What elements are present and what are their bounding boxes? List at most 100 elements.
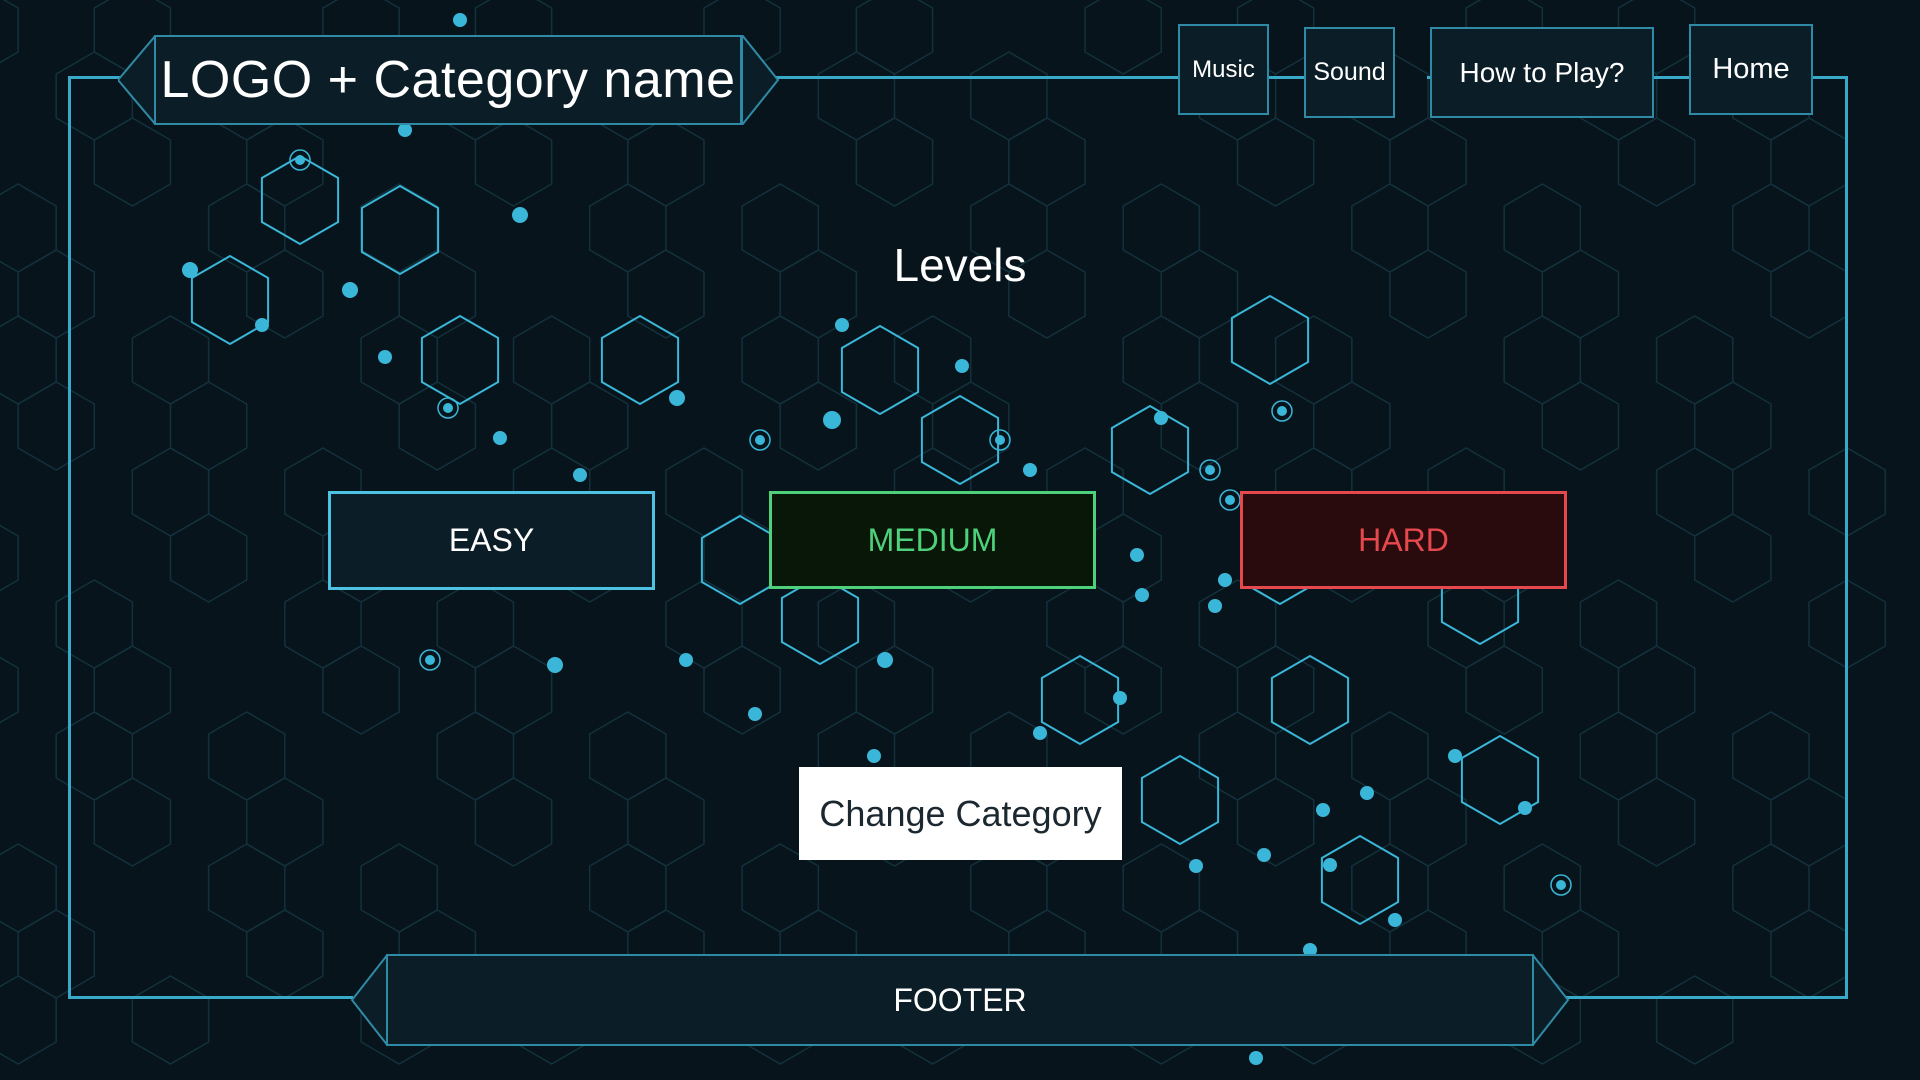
change-category-button[interactable]: Change Category [799, 767, 1122, 860]
network-hexagon [1140, 754, 1220, 846]
easy-level-button[interactable]: EASY [328, 491, 655, 590]
network-node [755, 435, 765, 445]
background-hexagon [1693, 513, 1772, 603]
network-node [1130, 548, 1144, 562]
hard-level-button[interactable]: HARD [1240, 491, 1567, 589]
background-hexagon [1732, 183, 1810, 273]
network-node [378, 350, 392, 364]
background-hexagon [1617, 777, 1696, 867]
background-hexagon [817, 51, 896, 141]
background-hexagon [1122, 315, 1201, 405]
background-hexagon [855, 645, 934, 735]
network-node [1135, 588, 1149, 602]
frame-top-gap-3 [1651, 76, 1691, 79]
network-node [1556, 880, 1566, 890]
background-hexagon [1198, 711, 1277, 801]
background-hexagon [855, 0, 934, 75]
frame-top-right [1811, 76, 1848, 79]
footer-left-cap [350, 954, 389, 1046]
background-hexagon [627, 777, 705, 867]
frame-top-middle [775, 76, 1179, 79]
background-hexagon [474, 117, 553, 207]
network-node [295, 155, 305, 165]
network-hexagon [700, 514, 780, 606]
network-node [877, 652, 893, 668]
frame-left [68, 76, 71, 999]
background-hexagon [17, 381, 96, 471]
background-hexagon [360, 843, 439, 933]
background-hexagon [665, 447, 743, 537]
network-node [1257, 848, 1271, 862]
background-hexagon [322, 645, 400, 735]
background-hexagon [169, 381, 248, 471]
background-hexagon [1770, 249, 1848, 339]
how-to-play-button[interactable]: How to Play? [1430, 27, 1654, 118]
network-node [182, 262, 198, 278]
background-hexagon [360, 315, 439, 405]
background-hexagon [1655, 447, 1734, 537]
medium-level-button[interactable]: MEDIUM [769, 491, 1096, 589]
background-hexagon [93, 117, 172, 207]
background-hexagon [969, 51, 1048, 141]
background-hexagon [169, 513, 248, 603]
background-hexagon [284, 579, 362, 669]
network-node [867, 749, 881, 763]
network-node [493, 431, 507, 445]
network-node [1360, 786, 1374, 800]
background-hexagon [1160, 249, 1239, 339]
network-hexagon [1040, 654, 1120, 746]
network-hexagon [420, 314, 500, 406]
background-hexagon [0, 315, 57, 405]
header-left-cap [118, 35, 157, 125]
background-hexagon [1770, 117, 1848, 207]
network-node [1023, 463, 1037, 477]
network-node [547, 657, 563, 673]
frame-bottom-left [68, 996, 353, 999]
background-hexagon [855, 117, 934, 207]
network-node [453, 13, 467, 27]
background-hexagon [93, 777, 172, 867]
background-hexagon [1693, 381, 1772, 471]
network-node [1208, 599, 1222, 613]
home-button[interactable]: Home [1689, 24, 1813, 115]
sound-button[interactable]: Sound [1304, 27, 1395, 118]
network-node [342, 282, 358, 298]
background-hexagon [1122, 183, 1201, 273]
page-title: LOGO + Category name [154, 35, 742, 125]
background-hexagon [0, 183, 57, 273]
network-node [1189, 859, 1203, 873]
network-node [1448, 749, 1462, 763]
background-hexagon [245, 777, 324, 867]
frame-right [1845, 76, 1848, 999]
background-hexagon [1655, 315, 1734, 405]
background-hexagon [1084, 0, 1163, 75]
background-hexagon [627, 117, 705, 207]
background-hexagon [0, 0, 19, 64]
background-hexagon [1503, 315, 1582, 405]
background-hexagon [1046, 579, 1124, 669]
music-button[interactable]: Music [1178, 24, 1269, 115]
network-hexagon [190, 254, 270, 346]
background-hexagon [436, 711, 515, 801]
background-hexagon [779, 381, 858, 471]
network-node [1205, 465, 1215, 475]
network-node [1323, 858, 1337, 872]
network-node [1316, 803, 1330, 817]
network-node [823, 411, 841, 429]
background-hexagon [1389, 777, 1467, 867]
network-hexagon [780, 574, 860, 666]
network-hexagon [1230, 294, 1310, 386]
background-hexagon [131, 975, 210, 1065]
header-right-cap [741, 35, 780, 125]
network-node [425, 655, 435, 665]
background-hexagon [207, 843, 286, 933]
network-node [748, 707, 762, 721]
network-node [679, 653, 693, 667]
footer: FOOTER [386, 954, 1534, 1046]
network-node [1388, 913, 1402, 927]
background-hexagon [0, 975, 57, 1065]
background-hexagon [1655, 975, 1734, 1065]
background-hexagon [1351, 183, 1429, 273]
background-hexagon [1274, 315, 1353, 405]
network-node [1154, 411, 1168, 425]
